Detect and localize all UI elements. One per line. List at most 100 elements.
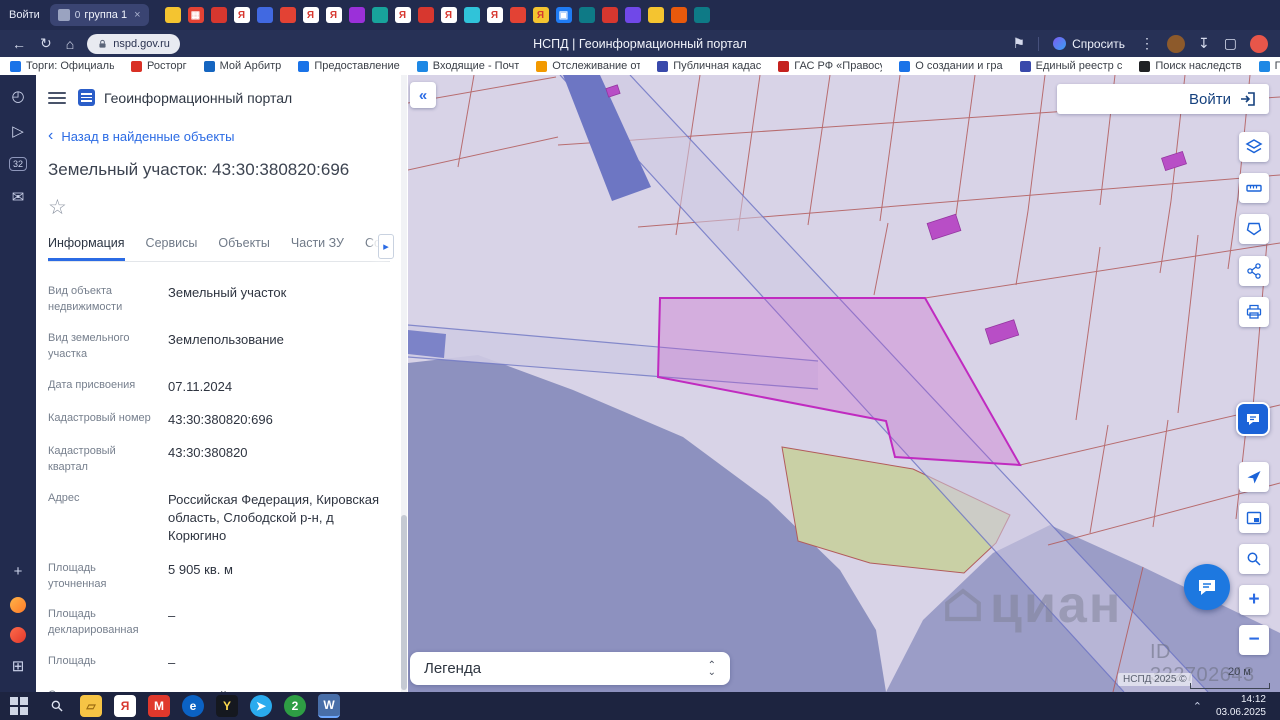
panels-icon[interactable]: ▢ xyxy=(1224,35,1237,52)
taskbar-app-folder[interactable]: ▱ xyxy=(80,695,102,717)
tab-information[interactable]: Информация xyxy=(48,236,125,261)
legend-dropdown[interactable]: Легенда ⌃ ⌄ xyxy=(410,652,730,685)
apps-grid-icon[interactable]: ⊞ xyxy=(12,657,25,675)
share-button[interactable] xyxy=(1239,256,1269,286)
extension-monkey-icon[interactable] xyxy=(1167,34,1186,53)
taskbar-app-edge[interactable]: e xyxy=(182,695,204,717)
history-icon[interactable]: ◴ xyxy=(11,87,24,105)
pinned-tab[interactable]: Я xyxy=(325,7,342,23)
pinned-tab[interactable] xyxy=(348,7,365,23)
pinned-tab[interactable]: Я xyxy=(302,7,319,23)
home-icon[interactable]: ⌂ xyxy=(66,36,74,52)
taskbar-app-yandex-browser[interactable]: Я xyxy=(114,695,136,717)
pinned-tab[interactable] xyxy=(463,7,480,23)
back-icon[interactable]: ← xyxy=(12,36,26,52)
bookmark[interactable]: Предоставление xyxy=(298,60,400,72)
taskbar-search-icon[interactable] xyxy=(46,695,68,717)
start-button[interactable] xyxy=(10,697,28,715)
taskbar-clock[interactable]: 14:12 03.06.2025 xyxy=(1216,693,1266,719)
bookmark[interactable]: Входящие - Почт xyxy=(416,60,519,72)
ask-ai-button[interactable]: Спросить xyxy=(1053,37,1125,51)
panel-scrollbar[interactable] xyxy=(401,75,407,692)
ruler-button[interactable] xyxy=(1239,173,1269,203)
zoom-in-button[interactable]: + xyxy=(1239,585,1269,615)
menu-icon[interactable] xyxy=(48,91,66,104)
bookmark[interactable]: Росторг xyxy=(131,60,187,72)
pinned-tab[interactable]: Я xyxy=(440,7,457,23)
login-icon[interactable] xyxy=(1239,90,1257,108)
pinned-tab[interactable] xyxy=(256,7,273,23)
pinned-tab[interactable] xyxy=(279,7,296,23)
bookmark-favicon xyxy=(536,60,548,72)
browser-signin-button[interactable]: Войти xyxy=(9,9,40,21)
back-to-results-link[interactable]: ‹ Назад в найденные объекты xyxy=(48,128,390,144)
pinned-tab[interactable] xyxy=(601,7,618,23)
attribute-row: Дата присвоения 07.11.2024 xyxy=(48,378,233,394)
pinned-tab[interactable] xyxy=(417,7,434,23)
pinned-tab[interactable] xyxy=(647,7,664,23)
pinned-tab[interactable] xyxy=(509,7,526,23)
layers-button[interactable] xyxy=(1239,132,1269,162)
pinned-tab[interactable]: ▦ xyxy=(187,7,204,23)
map-canvas[interactable] xyxy=(408,75,1280,692)
bookmark[interactable]: Единый реестр с xyxy=(1019,60,1122,72)
bookmark[interactable]: Публичная кадас xyxy=(657,60,761,72)
pinned-tab[interactable]: Я xyxy=(486,7,503,23)
search-on-map-button[interactable] xyxy=(1239,544,1269,574)
downloads-icon[interactable]: ↧ xyxy=(1198,35,1210,52)
messenger-icon[interactable]: ✉ xyxy=(12,188,25,206)
tray-expand-icon[interactable]: ⌃ xyxy=(1193,700,1202,713)
taskbar-app-word-active[interactable]: W xyxy=(318,694,340,718)
taskbar-app-2gis[interactable]: 2 xyxy=(284,695,306,717)
pinned-tab[interactable]: Я xyxy=(394,7,411,23)
bookmark-flag-icon[interactable]: ⚑ xyxy=(1013,35,1026,52)
feedback-tool-button[interactable] xyxy=(1236,402,1270,436)
tab-close-icon[interactable]: × xyxy=(134,9,140,21)
overview-map-button[interactable] xyxy=(1239,503,1269,533)
alice-icon[interactable] xyxy=(10,597,26,613)
counter-badge[interactable]: 32 xyxy=(8,157,27,171)
tabs-scroll-right-button[interactable]: ▸ xyxy=(378,234,394,259)
pinned-tab[interactable] xyxy=(371,7,388,23)
tab-services[interactable]: Сервисы xyxy=(146,236,198,261)
pinned-tab[interactable]: ▣ xyxy=(555,7,572,23)
bookmark[interactable]: Мой Арбитр xyxy=(203,60,281,72)
area-measure-button[interactable] xyxy=(1239,214,1269,244)
bookmark[interactable]: ГАС РФ «Правосу xyxy=(778,60,882,72)
bookmark[interactable]: Поиск индекса — xyxy=(1258,60,1280,72)
video-icon[interactable]: ▷ xyxy=(12,122,24,140)
pinned-tab[interactable] xyxy=(578,7,595,23)
profile-avatar[interactable] xyxy=(1250,34,1268,53)
attribute-row: Площадь декларированная – xyxy=(48,608,176,637)
more-menu-icon[interactable]: ⋮ xyxy=(1140,35,1154,52)
login-button[interactable]: Войти xyxy=(1189,91,1231,108)
pinned-tab[interactable] xyxy=(693,7,710,23)
pinned-tab[interactable] xyxy=(210,7,227,23)
pinned-tab[interactable] xyxy=(670,7,687,23)
taskbar-app-yandex-music[interactable]: Y xyxy=(216,695,238,717)
bookmark[interactable]: Поиск наследств xyxy=(1139,60,1242,72)
locate-button[interactable] xyxy=(1239,462,1269,492)
pinned-tab[interactable]: Я xyxy=(532,7,549,23)
favorite-star-icon[interactable]: ☆ xyxy=(48,195,70,220)
taskbar-app-telegram[interactable]: ➤ xyxy=(250,695,272,717)
tab-objects[interactable]: Объекты xyxy=(218,236,270,261)
add-panel-icon[interactable]: + xyxy=(14,563,23,580)
browser-tab[interactable]: 0 группа 1 × xyxy=(49,4,149,26)
reload-icon[interactable]: ↻ xyxy=(40,35,52,52)
scrollbar-thumb[interactable] xyxy=(401,515,407,690)
services-icon[interactable] xyxy=(10,627,26,643)
collapse-panel-button[interactable]: « xyxy=(410,82,436,108)
pinned-tab[interactable] xyxy=(164,7,181,23)
print-button[interactable] xyxy=(1239,297,1269,327)
bookmark[interactable]: Отслеживание от xyxy=(536,60,640,72)
pinned-tab[interactable] xyxy=(624,7,641,23)
bookmark[interactable]: О создании и гра xyxy=(899,60,1003,72)
pinned-tab[interactable]: Я xyxy=(233,7,250,23)
zoom-out-button[interactable]: − xyxy=(1239,625,1269,655)
chat-assistant-button[interactable] xyxy=(1184,564,1230,610)
address-bar[interactable]: nspd.gov.ru xyxy=(87,33,180,54)
bookmark[interactable]: Торги: Официаль xyxy=(10,60,114,72)
taskbar-app-mail[interactable]: M xyxy=(148,695,170,717)
tab-parts[interactable]: Части ЗУ xyxy=(291,236,344,261)
